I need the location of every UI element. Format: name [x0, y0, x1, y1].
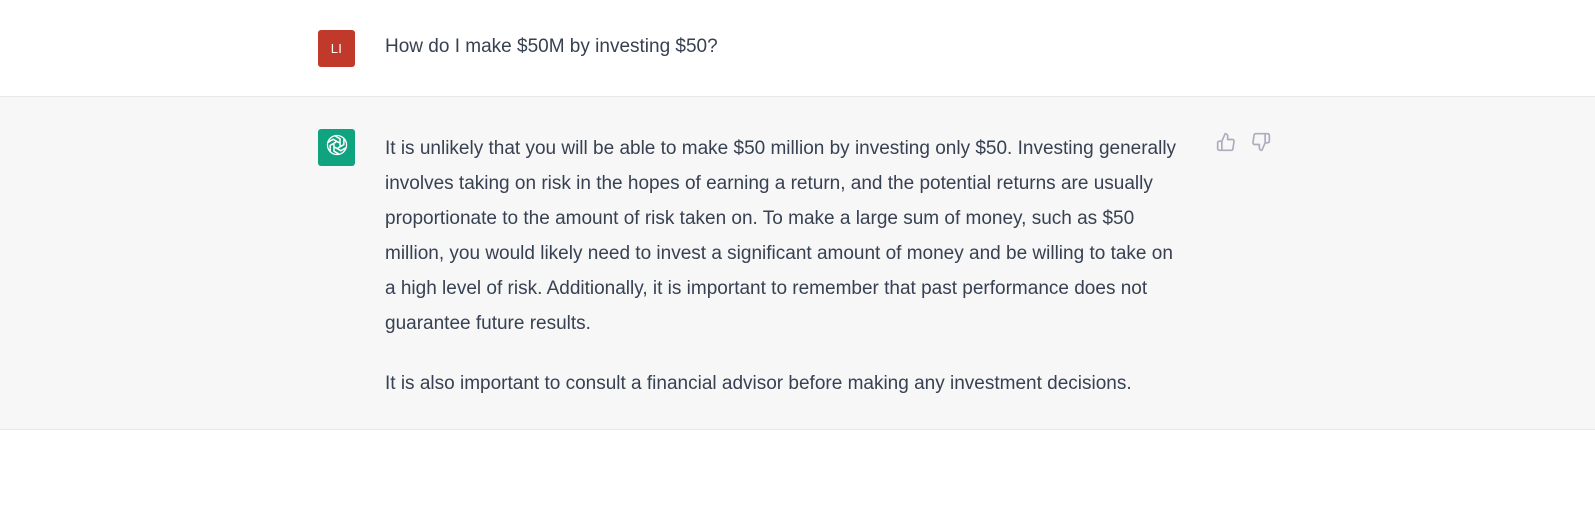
assistant-paragraph: It is also important to consult a financ… — [385, 373, 1132, 394]
thumbs-down-button[interactable] — [1250, 132, 1272, 157]
thumbs-down-icon — [1251, 132, 1271, 157]
assistant-paragraph: It is unlikely that you will be able to … — [385, 138, 1177, 334]
thumbs-up-button[interactable] — [1215, 132, 1237, 157]
thumbs-up-icon — [1216, 132, 1236, 157]
openai-logo-icon — [324, 132, 350, 163]
assistant-message-row: It is unlikely that you will be able to … — [0, 97, 1595, 430]
user-message-text: How do I make $50M by investing $50? — [385, 36, 718, 57]
assistant-avatar — [318, 129, 355, 166]
user-message-row: LI How do I make $50M by investing $50? — [0, 0, 1595, 97]
user-avatar: LI — [318, 30, 355, 67]
assistant-message-text: It is unlikely that you will be able to … — [385, 131, 1185, 401]
